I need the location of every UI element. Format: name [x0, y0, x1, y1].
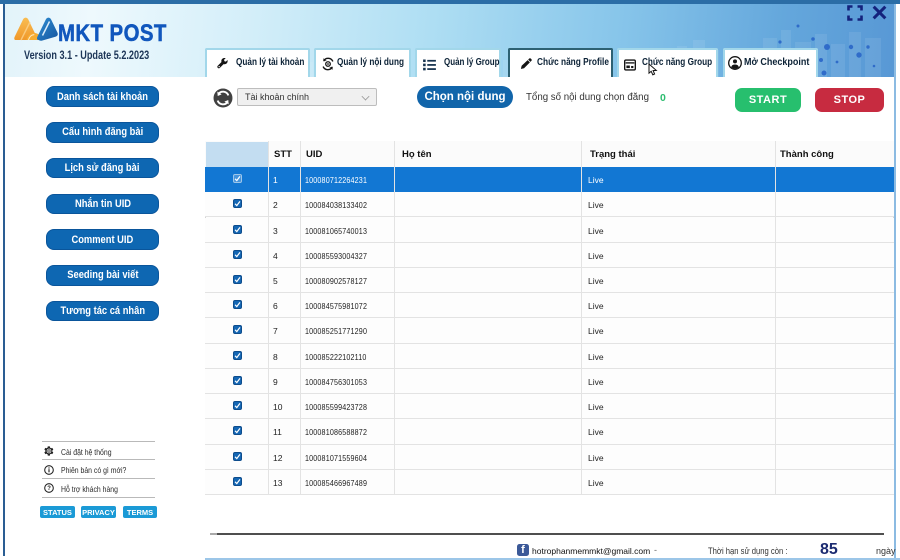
- svg-text:?: ?: [47, 486, 51, 492]
